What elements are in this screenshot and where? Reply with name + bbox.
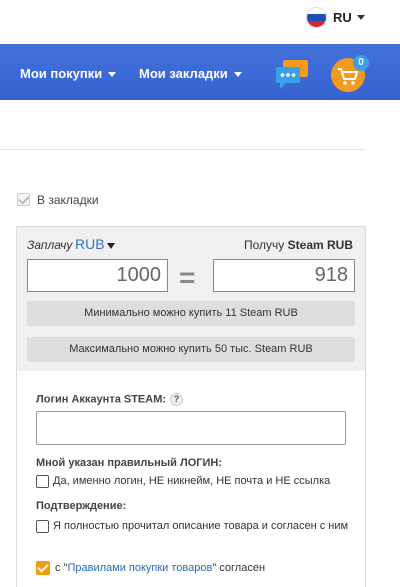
purchase-form: Логин Аккаунта STEAM:? Мной указан прави…: [16, 371, 366, 587]
rules-suffix: " согласен: [212, 562, 266, 574]
receive-amount-input[interactable]: 918: [213, 259, 355, 292]
language-selector[interactable]: RU: [333, 10, 352, 25]
confirm-option[interactable]: Я полностью прочитал описание товара и с…: [53, 518, 353, 534]
nav-my-bookmarks-label: Мои закладки: [139, 66, 228, 81]
rules-agreement: с "Правилами покупки товаров" согласен: [55, 560, 355, 576]
chat-bubbles-icon[interactable]: [274, 58, 310, 90]
russia-flag-icon[interactable]: [306, 7, 327, 28]
chevron-down-icon[interactable]: [107, 243, 115, 249]
max-amount-info: Максимально можно купить 50 тыс. Steam R…: [27, 337, 355, 362]
bookmark-label: В закладки: [37, 193, 99, 207]
correct-login-checkbox[interactable]: [36, 475, 49, 488]
correct-login-title: Мной указан правильный ЛОГИН:: [36, 457, 222, 469]
receive-label-text: Получу: [244, 238, 285, 252]
equals-sign: =: [179, 262, 196, 293]
top-bar: RU: [0, 0, 400, 44]
cart-count-badge: 0: [353, 55, 369, 71]
rules-link[interactable]: Правилами покупки товаров: [67, 562, 212, 574]
nav-my-purchases[interactable]: Мои покупки: [20, 66, 117, 81]
confirm-title: Подтверждение:: [36, 500, 127, 512]
pay-label: Заплачу: [27, 238, 73, 252]
steam-login-label-text: Логин Аккаунта STEAM:: [36, 393, 167, 406]
bookmark-checkbox[interactable]: [17, 193, 30, 206]
rules-checkbox[interactable]: [36, 561, 50, 575]
steam-login-input[interactable]: [36, 411, 346, 445]
chevron-down-icon: [233, 72, 242, 78]
confirm-checkbox[interactable]: [36, 520, 49, 533]
chevron-down-icon[interactable]: [357, 15, 365, 20]
nav-my-bookmarks[interactable]: Мои закладки: [139, 66, 242, 81]
price-calculator: Заплачу RUB Получу Steam RUB 1000 = 918 …: [16, 226, 366, 371]
receive-label: Получу Steam RUB: [244, 238, 353, 252]
correct-login-option[interactable]: Да, именно логин, НЕ никнейм, НЕ почта и…: [53, 473, 363, 489]
help-icon[interactable]: ?: [170, 393, 184, 406]
nav-my-purchases-label: Мои покупки: [20, 66, 103, 81]
pay-currency-select[interactable]: RUB: [75, 236, 105, 252]
divider: [0, 149, 365, 150]
min-amount-info: Минимально можно купить 11 Steam RUB: [27, 301, 355, 326]
chevron-down-icon: [108, 72, 117, 78]
pay-amount-input[interactable]: 1000: [27, 259, 168, 292]
rules-prefix: с ": [55, 562, 68, 574]
steam-login-label: Логин Аккаунта STEAM:?: [36, 393, 184, 406]
receive-currency: Steam RUB: [287, 238, 353, 252]
